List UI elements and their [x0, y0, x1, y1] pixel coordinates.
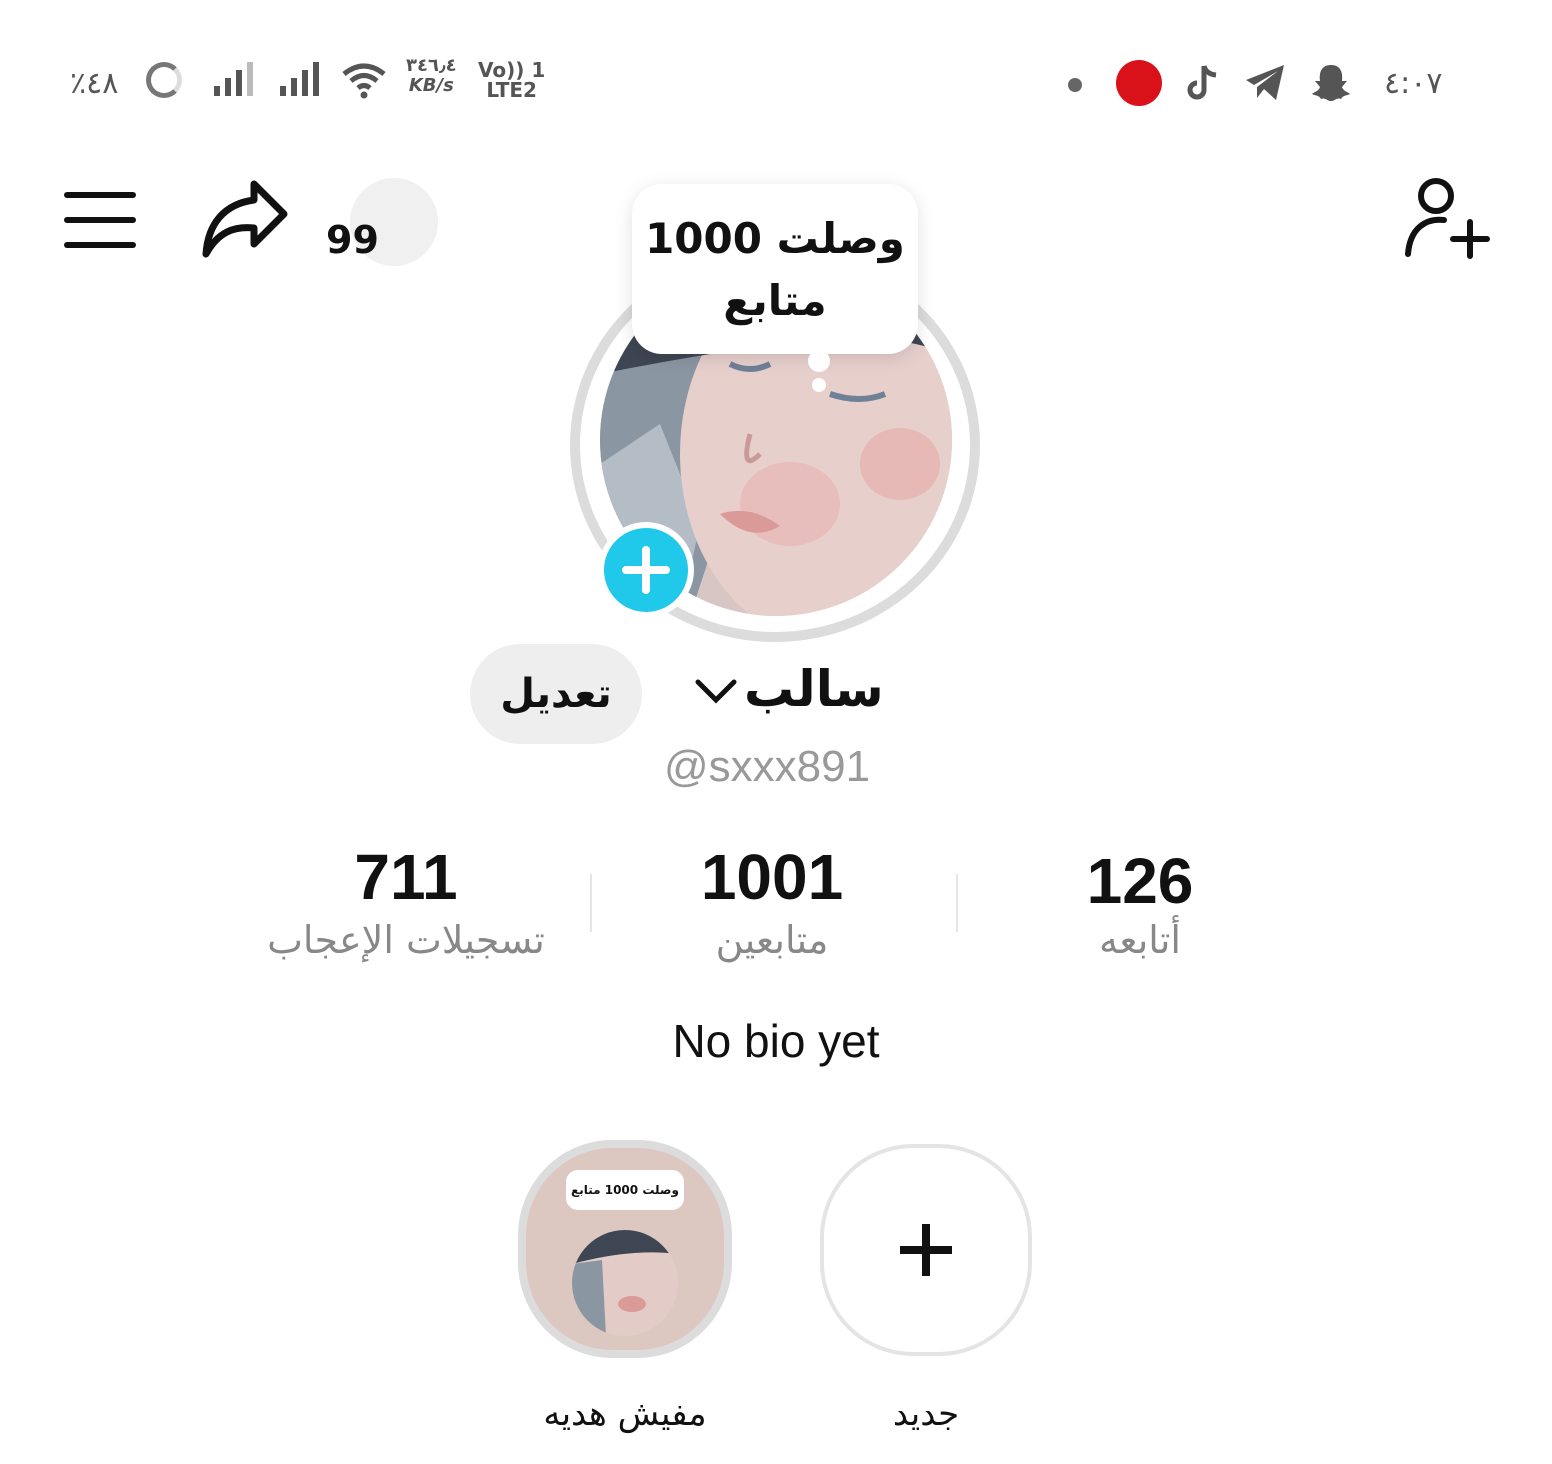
plus-icon — [900, 1224, 952, 1276]
bio[interactable]: No bio yet — [476, 1014, 1076, 1068]
new-highlight-label: جديد — [892, 1394, 960, 1434]
edit-profile-button[interactable]: تعديل — [470, 644, 642, 744]
note-bubble[interactable]: وصلت 1000 متابع — [632, 184, 918, 354]
following-label: أتابعه — [1099, 918, 1181, 962]
wifi-icon — [342, 60, 386, 104]
telegram-icon — [1244, 62, 1288, 106]
volte-label: Vo)) 1 — [478, 58, 546, 82]
note-line-1: وصلت 1000 — [645, 214, 905, 263]
network-speed-value: ٣٤٦٫٤ — [406, 55, 457, 76]
followers-count[interactable]: 1001 — [572, 840, 972, 914]
note-tail — [808, 350, 830, 372]
snapchat-icon — [1310, 62, 1352, 108]
recorder-icon — [1116, 60, 1162, 106]
network-type: Vo)) 1 LTE2 — [478, 60, 545, 100]
lte-label: LTE2 — [486, 78, 537, 102]
highlight-note-preview: وصلت 1000 متابع — [566, 1170, 684, 1210]
plus-icon — [622, 546, 670, 594]
edit-profile-label: تعديل — [500, 671, 612, 717]
following-count[interactable]: 126 — [940, 844, 1340, 918]
tiktok-icon — [1186, 62, 1222, 106]
network-speed: ٣٤٦٫٤ KB/s — [406, 56, 457, 96]
likes-label: تسجيلات الإعجاب — [267, 918, 545, 962]
signal-icon — [214, 62, 253, 96]
display-name[interactable]: سالب — [744, 660, 884, 718]
menu-icon[interactable] — [64, 192, 136, 248]
followers-label: متابعين — [715, 918, 829, 962]
battery-level: ٪٤٨ — [70, 66, 119, 101]
share-count: 99 — [326, 218, 379, 262]
add-friend-icon[interactable] — [1400, 176, 1492, 264]
highlight-gift-label: مفيش هديه — [543, 1394, 707, 1434]
clock: ٤:٠٧ — [1384, 66, 1443, 101]
note-line-2: متابع — [723, 276, 827, 325]
signal-icon — [280, 62, 319, 96]
highlight-avatar — [572, 1230, 678, 1336]
add-story-button[interactable] — [598, 522, 694, 618]
share-icon[interactable] — [196, 176, 292, 266]
username: @sxxx891 — [664, 742, 871, 791]
battery-ring-icon — [146, 62, 182, 98]
likes-count[interactable]: 711 — [206, 840, 606, 914]
new-highlight-button[interactable] — [820, 1144, 1032, 1356]
network-speed-unit: KB/s — [408, 75, 454, 96]
chevron-down-icon[interactable] — [694, 676, 738, 710]
notification-dot-icon — [1068, 78, 1082, 92]
note-tail — [812, 378, 826, 392]
